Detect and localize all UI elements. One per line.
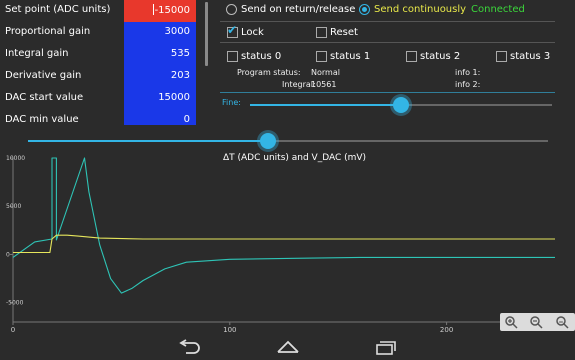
proportional-gain-input[interactable]: 3000 [124,22,196,44]
param-label: Proportional gain [5,26,91,37]
program-status-value: Normal [311,68,340,77]
reset-checkbox[interactable] [316,27,327,38]
status-1-checkbox[interactable] [316,51,327,62]
recent-apps-icon[interactable] [374,339,398,355]
text-cursor [152,4,154,15]
param-row-proportional: Proportional gain 3000 [0,22,200,44]
status-3-checkbox[interactable] [496,51,507,62]
x-tick-label: 200 [440,326,453,334]
derivative-gain-input[interactable]: 203 [124,66,196,88]
param-scrollbar[interactable] [205,2,208,66]
send-on-return-label[interactable]: Send on return/release [241,4,355,15]
setpoint-input[interactable]: -15000 [124,0,196,22]
main-slider-track[interactable] [28,140,548,142]
status-3-label[interactable]: status 3 [510,51,550,62]
y-tick-label: -5000 [6,300,24,307]
main-slider-thumb[interactable] [260,133,276,149]
main-slider-fill [28,140,268,142]
fine-label: Fine: [222,98,241,107]
param-value: -15000 [154,5,190,16]
reset-label[interactable]: Reset [330,27,358,38]
zoom-reset-icon[interactable]: = [555,315,569,329]
param-label: DAC min value [5,114,79,125]
param-row-dac-start: DAC start value 15000 [0,88,200,110]
fine-slider-fill [250,104,401,106]
dac-min-input[interactable]: 0 [124,110,196,125]
svg-text:=: = [558,319,563,326]
fine-slider-thumb[interactable] [393,97,409,113]
status-2-checkbox[interactable] [406,51,417,62]
zoom-in-icon[interactable] [504,315,518,329]
param-label: Set point (ADC units) [5,4,111,15]
param-label: Integral gain [5,48,69,59]
integral-value: 10561 [311,80,337,89]
send-on-return-radio[interactable] [226,4,237,15]
param-row-dac-min: DAC min value 0 [0,110,200,125]
divider [220,21,555,22]
param-row-derivative: Derivative gain 203 [0,66,200,88]
program-status-label: Program status: [237,68,301,77]
param-row-integral: Integral gain 535 [0,44,200,66]
y-tick-label: 0 [6,251,10,258]
dac-start-input[interactable]: 15000 [124,88,196,110]
lock-label[interactable]: Lock [241,27,264,38]
divider [220,42,555,43]
integral-gain-input[interactable]: 535 [124,44,196,66]
send-continuously-label[interactable]: Send continuously [374,4,466,15]
checkmark-icon: ✔ [227,23,238,37]
status-1-label[interactable]: status 1 [330,51,370,62]
send-continuously-radio[interactable] [359,4,370,15]
y-tick-label: 10000 [6,155,25,162]
status-0-label[interactable]: status 0 [241,51,281,62]
zoom-out-icon[interactable] [529,315,543,329]
lock-checkbox[interactable]: ✔ [227,23,238,38]
x-tick-label: 100 [223,326,236,334]
divider [220,92,555,93]
param-label: Derivative gain [5,70,82,81]
info-1-label: info 1: [455,68,481,77]
info-2-label: info 2: [455,80,481,89]
series-line-0 [12,157,555,294]
series-line-1 [13,234,555,254]
connection-status: Connected [471,4,525,15]
param-row-setpoint: Set point (ADC units) -15000 [0,0,200,22]
status-0-checkbox[interactable] [227,51,238,62]
param-label: DAC start value [5,92,84,103]
parameter-table: Set point (ADC units) -15000 Proportiona… [0,0,200,125]
back-icon[interactable] [178,339,202,355]
status-2-label[interactable]: status 2 [420,51,460,62]
line-chart[interactable]: 10000 5000 0 -5000 0 100 200 [0,150,575,340]
y-tick-label: 5000 [6,203,21,210]
zoom-controls: = [500,313,575,331]
home-icon[interactable] [276,339,300,355]
x-tick-label: 0 [11,326,15,334]
